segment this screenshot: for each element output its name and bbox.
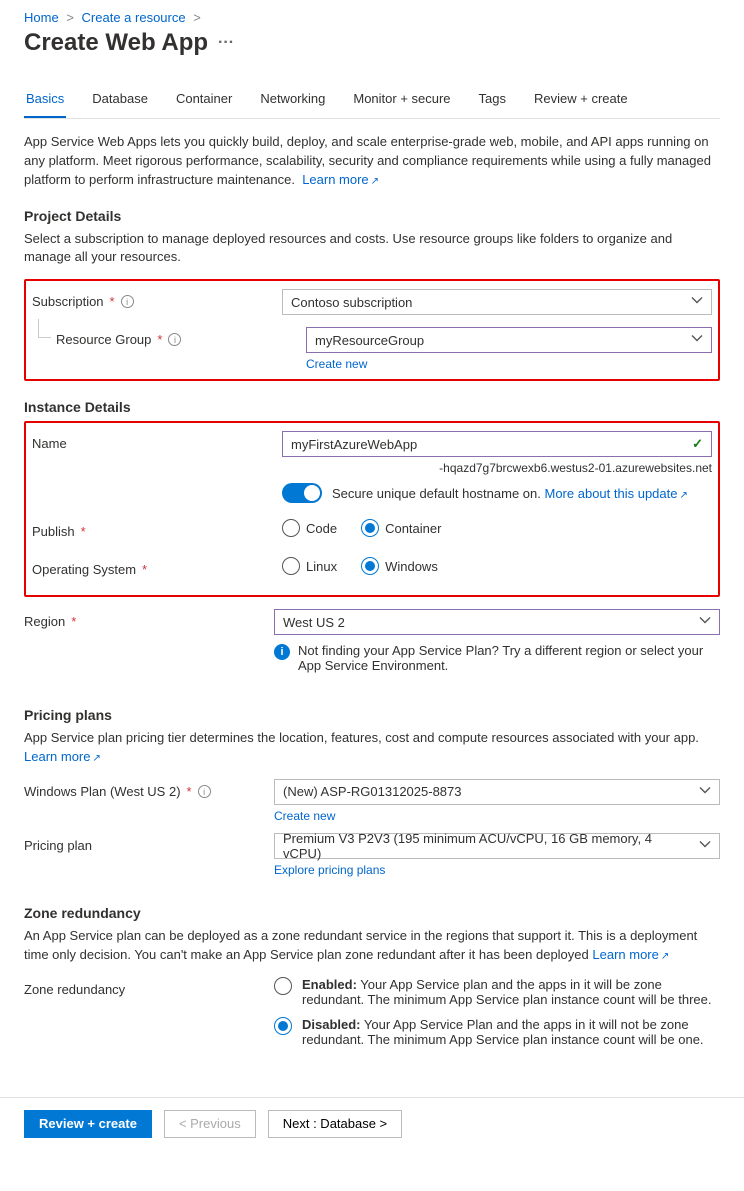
chevron-down-icon xyxy=(699,615,711,630)
zone-disabled-radio[interactable]: Disabled: Your App Service Plan and the … xyxy=(274,1017,720,1047)
check-icon: ✓ xyxy=(692,436,703,452)
page-title: Create Web App ··· xyxy=(24,29,720,57)
region-select[interactable]: West US 2 xyxy=(274,609,720,635)
os-windows-radio[interactable]: Windows xyxy=(361,557,438,575)
project-highlight-box: Subscription* i Contoso subscription Res… xyxy=(24,279,720,381)
windows-plan-select[interactable]: (New) ASP-RG01312025-8873 xyxy=(274,779,720,805)
subscription-label: Subscription* i xyxy=(32,289,282,309)
resource-group-select[interactable]: myResourceGroup xyxy=(306,327,712,353)
external-link-icon: ↗ xyxy=(679,490,687,501)
chevron-down-icon xyxy=(691,295,703,310)
region-label: Region* xyxy=(24,609,274,629)
name-label: Name xyxy=(32,431,282,451)
project-details-sub: Select a subscription to manage deployed… xyxy=(24,230,720,268)
zone-sub: An App Service plan can be deployed as a… xyxy=(24,927,720,965)
previous-button[interactable]: < Previous xyxy=(164,1110,256,1138)
chevron-down-icon xyxy=(699,784,711,799)
project-details-heading: Project Details xyxy=(24,208,720,224)
create-new-rg-link[interactable]: Create new xyxy=(306,357,367,371)
pricing-plan-label: Pricing plan xyxy=(24,833,274,853)
zone-learn-more-link[interactable]: Learn more↗ xyxy=(592,947,669,962)
region-info: i Not finding your App Service Plan? Try… xyxy=(274,643,720,673)
toggle-more-link[interactable]: More about this update↗ xyxy=(545,486,688,501)
instance-highlight-box: Name myFirstAzureWebApp ✓ -hqazd7g7brcwe… xyxy=(24,421,720,597)
explore-pricing-link[interactable]: Explore pricing plans xyxy=(274,863,385,877)
more-actions-icon[interactable]: ··· xyxy=(218,34,234,52)
tab-networking[interactable]: Networking xyxy=(258,85,327,118)
zone-enabled-radio[interactable]: Enabled: Your App Service plan and the a… xyxy=(274,977,720,1007)
pricing-sub: App Service plan pricing tier determines… xyxy=(24,729,720,767)
create-new-plan-link[interactable]: Create new xyxy=(274,809,335,823)
publish-container-radio[interactable]: Container xyxy=(361,519,441,537)
chevron-down-icon xyxy=(699,838,711,853)
info-icon[interactable]: i xyxy=(121,295,134,308)
windows-plan-label: Windows Plan (West US 2)* i xyxy=(24,779,274,799)
publish-label: Publish* xyxy=(32,519,282,539)
zone-heading: Zone redundancy xyxy=(24,905,720,921)
tab-review-create[interactable]: Review + create xyxy=(532,85,630,118)
resource-group-label: Resource Group* i xyxy=(56,327,306,347)
toggle-text: Secure unique default hostname on. More … xyxy=(332,486,688,501)
os-linux-radio[interactable]: Linux xyxy=(282,557,337,575)
pricing-learn-more-link[interactable]: Learn more↗ xyxy=(24,749,101,764)
info-icon: i xyxy=(274,644,290,660)
tab-container[interactable]: Container xyxy=(174,85,234,118)
domain-suffix: -hqazd7g7brcwexb6.westus2-01.azurewebsit… xyxy=(282,461,712,475)
footer-actions: Review + create < Previous Next : Databa… xyxy=(0,1097,744,1152)
next-button[interactable]: Next : Database > xyxy=(268,1110,402,1138)
tab-monitor-secure[interactable]: Monitor + secure xyxy=(351,85,452,118)
breadcrumb-create-resource[interactable]: Create a resource xyxy=(82,10,186,25)
tab-tags[interactable]: Tags xyxy=(477,85,508,118)
info-icon[interactable]: i xyxy=(198,785,211,798)
name-input[interactable]: myFirstAzureWebApp ✓ xyxy=(282,431,712,457)
publish-code-radio[interactable]: Code xyxy=(282,519,337,537)
breadcrumb: Home > Create a resource > xyxy=(24,10,720,25)
tab-database[interactable]: Database xyxy=(90,85,150,118)
tab-basics[interactable]: Basics xyxy=(24,85,66,118)
breadcrumb-home[interactable]: Home xyxy=(24,10,59,25)
external-link-icon: ↗ xyxy=(661,951,669,962)
tabs: Basics Database Container Networking Mon… xyxy=(24,85,720,119)
external-link-icon: ↗ xyxy=(371,176,379,187)
secure-hostname-toggle[interactable] xyxy=(282,483,322,503)
intro-learn-more-link[interactable]: Learn more↗ xyxy=(302,172,379,187)
zone-redundancy-label: Zone redundancy xyxy=(24,977,274,997)
pricing-heading: Pricing plans xyxy=(24,707,720,723)
info-icon[interactable]: i xyxy=(168,333,181,346)
intro-text: App Service Web Apps lets you quickly bu… xyxy=(24,133,720,190)
external-link-icon: ↗ xyxy=(92,753,100,764)
os-label: Operating System* xyxy=(32,557,282,577)
chevron-down-icon xyxy=(691,333,703,348)
instance-details-heading: Instance Details xyxy=(24,399,720,415)
pricing-plan-select[interactable]: Premium V3 P2V3 (195 minimum ACU/vCPU, 1… xyxy=(274,833,720,859)
subscription-select[interactable]: Contoso subscription xyxy=(282,289,712,315)
review-create-button[interactable]: Review + create xyxy=(24,1110,152,1138)
